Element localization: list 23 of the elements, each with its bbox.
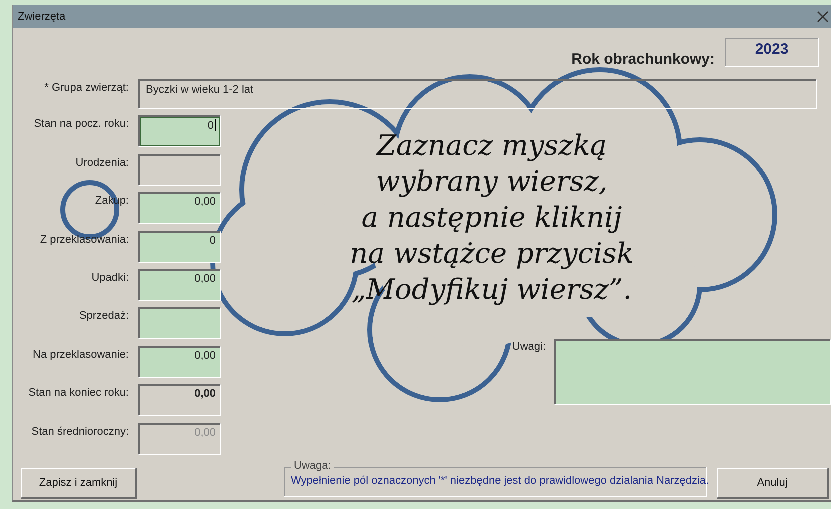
field-label: Stan na pocz. roku:: [34, 117, 129, 130]
window-title: Zwierzęta: [18, 10, 66, 22]
note-text: Wypełnienie pól oznaczonych '*' niezbędne jest do prawidlowego dzialania Narzędzia.: [291, 475, 710, 487]
number-field[interactable]: 0,00: [138, 192, 221, 224]
field-label: * Grupa zwierząt:: [44, 81, 129, 94]
number-field[interactable]: 0: [138, 115, 221, 148]
cancel-button[interactable]: Anuluj: [717, 468, 829, 499]
field-label: Stan średnioroczny:: [32, 424, 129, 438]
number-field[interactable]: 0,00: [138, 384, 221, 416]
year-label: Rok obrachunkowy:: [572, 51, 715, 68]
number-field[interactable]: 0,00: [138, 346, 221, 378]
field-label: Stan na koniec roku:: [28, 386, 129, 400]
field-label: Sprzedaż:: [79, 309, 129, 322]
field-label: Na przeklasowanie:: [33, 348, 129, 361]
remarks-label: Uwagi:: [512, 340, 546, 355]
number-field[interactable]: 0,00: [138, 268, 221, 301]
field-label: Upadki:: [92, 270, 129, 284]
field-label: Urodzenia:: [76, 156, 129, 169]
year-field: 2023: [725, 38, 819, 67]
save-and-close-button[interactable]: Zapisz i zamknij: [21, 468, 137, 499]
number-field[interactable]: 0: [138, 230, 221, 263]
note-legend: Uwaga:: [291, 460, 334, 472]
field-label: Z przeklasowania:: [40, 232, 129, 246]
